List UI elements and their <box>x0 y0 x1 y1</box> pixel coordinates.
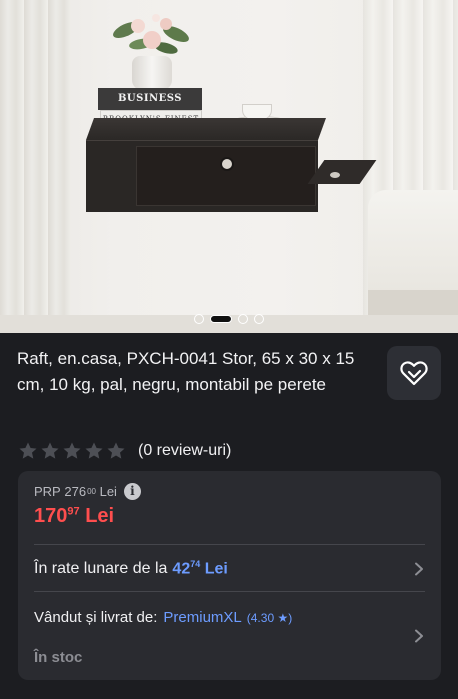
review-count-link[interactable]: (0 review-uri) <box>138 442 231 460</box>
installments-text: În rate lunare de la <box>34 560 168 577</box>
price-dec: 97 <box>67 505 80 518</box>
product-image[interactable]: BUSINESS BROOKLYN'S FINEST <box>0 0 458 333</box>
product-title: Raft, en.casa, PXCH-0041 Stor, 65 x 30 x… <box>17 349 355 394</box>
prp-price: PRP 276 00 Lei i <box>34 483 141 500</box>
chevron-right-icon <box>415 562 423 576</box>
gallery-dot-1[interactable] <box>194 313 204 324</box>
flower-bouquet <box>113 14 189 54</box>
heart-icon <box>400 361 428 386</box>
star-icon <box>63 442 81 459</box>
tray-knob <box>330 172 340 178</box>
installments-amount-int: 42 <box>172 560 191 578</box>
price-currency: Lei <box>85 505 115 527</box>
prp-currency: Lei <box>99 484 117 499</box>
installments-amount-dec: 74 <box>190 559 201 570</box>
prp-label: PRP <box>34 484 61 499</box>
prp-int: 276 <box>64 484 87 499</box>
favorite-button[interactable] <box>387 346 441 400</box>
shelf-drawer <box>136 146 316 206</box>
star-icon <box>19 442 37 459</box>
drawer-handle-hole <box>220 157 234 171</box>
gallery-dot-4[interactable] <box>254 313 264 324</box>
seller-row[interactable]: Vândut și livrat de: PremiumXL (4.30 ★) <box>34 609 292 626</box>
star-icon <box>41 442 59 459</box>
star-icon <box>107 442 125 459</box>
installments-row[interactable]: În rate lunare de la 4274 Lei <box>34 557 425 581</box>
rating-row[interactable]: (0 review-uri) <box>18 441 231 461</box>
info-icon[interactable]: i <box>123 483 141 500</box>
divider <box>34 591 425 592</box>
prp-dec: 00 <box>87 487 96 496</box>
seller-score: (4.30 ★) <box>246 610 293 625</box>
star-icon <box>85 442 103 459</box>
curtain-left <box>0 0 70 333</box>
installments-amount: 4274 Lei <box>172 559 227 578</box>
shelf-top <box>86 118 327 140</box>
gallery-pagination <box>0 310 458 324</box>
rating-stars <box>18 441 126 461</box>
seller-label: Vândut și livrat de: <box>34 609 158 626</box>
stock-status: În stoc <box>34 649 83 666</box>
vase <box>132 56 172 90</box>
current-price: 17097 Lei <box>34 505 114 528</box>
book-top: BUSINESS <box>98 88 202 110</box>
gallery-dot-2[interactable] <box>210 314 232 323</box>
price-card: PRP 276 00 Lei i 17097 Lei În rate lunare… <box>18 471 441 680</box>
chevron-right-icon[interactable] <box>413 629 425 643</box>
divider <box>34 544 425 545</box>
seller-name-link[interactable]: PremiumXL <box>163 609 241 626</box>
gallery-dot-3[interactable] <box>238 313 248 324</box>
price-int: 170 <box>34 505 68 527</box>
installments-currency: Lei <box>204 560 228 578</box>
